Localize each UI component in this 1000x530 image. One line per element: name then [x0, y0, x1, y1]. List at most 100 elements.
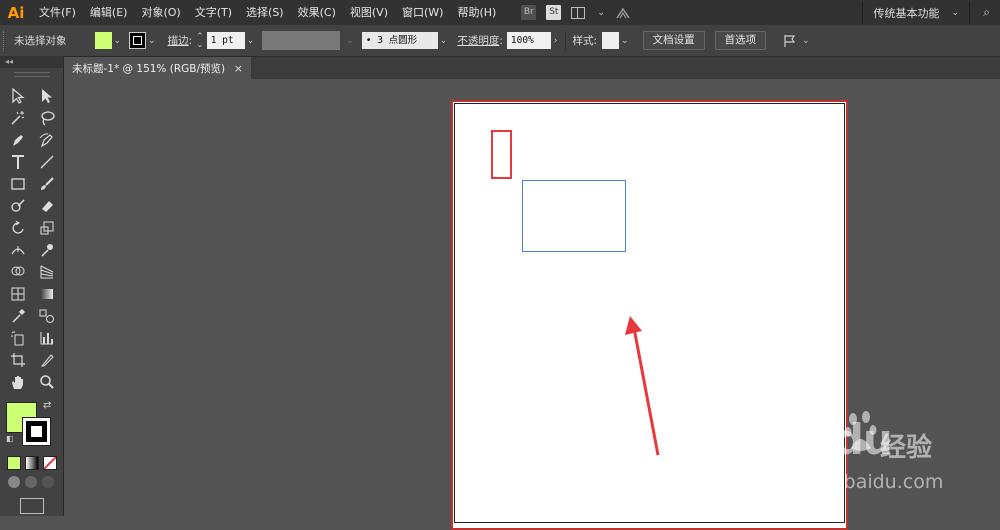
menu-edit[interactable]: 编辑(E)	[83, 0, 135, 25]
app-logo: Ai	[7, 3, 25, 22]
tools-panel: ◂◂ ⇄ ◧	[0, 56, 64, 516]
tools-collapse-icon[interactable]: ◂◂	[0, 56, 63, 68]
width-tool-icon[interactable]	[9, 242, 26, 259]
document-tab[interactable]: 未标题-1* @ 151% (RGB/预览) ×	[64, 57, 252, 79]
puppet-warp-icon[interactable]	[38, 242, 55, 259]
rotate-tool-icon[interactable]	[9, 220, 26, 237]
divider	[565, 30, 567, 51]
panel-grip[interactable]	[13, 72, 50, 77]
direct-selection-tool-icon[interactable]	[38, 88, 55, 105]
menu-bar: Ai 文件(F) 编辑(E) 对象(O) 文字(T) 选择(S) 效果(C) 视…	[0, 0, 1000, 25]
menu-help[interactable]: 帮助(H)	[450, 0, 503, 25]
chevron-right-icon[interactable]: ›	[554, 36, 558, 46]
perspective-grid-icon[interactable]	[38, 264, 55, 281]
graphic-style-swatch[interactable]	[602, 32, 620, 49]
document-tab-title: 未标题-1* @ 151% (RGB/预览)	[72, 62, 226, 75]
variable-width-profile[interactable]	[262, 31, 341, 50]
none-mode-button[interactable]	[43, 456, 57, 470]
stroke-swatch-inner	[133, 36, 143, 45]
mesh-tool-icon[interactable]	[9, 286, 26, 303]
annotation-highlight-box	[491, 130, 512, 179]
chevron-down-icon[interactable]: ⌄	[346, 36, 354, 46]
style-label: 样式	[572, 35, 594, 47]
pen-tool-icon[interactable]	[9, 132, 26, 149]
selection-tool-icon[interactable]	[9, 88, 26, 105]
stroke-weight-input[interactable]: 1 pt	[206, 32, 245, 49]
search-icon[interactable]: ⌕	[983, 5, 990, 20]
slice-tool-icon[interactable]	[38, 352, 55, 369]
gradient-tool-icon[interactable]	[38, 286, 55, 303]
menu-type[interactable]: 文字(T)	[188, 0, 239, 25]
shaper-tool-icon[interactable]	[9, 198, 26, 215]
eraser-tool-icon[interactable]	[38, 198, 55, 215]
draw-normal-icon[interactable]	[8, 476, 20, 488]
divider	[862, 1, 864, 24]
menu-object[interactable]: 对象(O)	[134, 0, 187, 25]
selection-status: 未选择对象	[14, 35, 67, 47]
opacity-input[interactable]: 100%	[506, 32, 551, 49]
menu-window[interactable]: 窗口(W)	[395, 0, 450, 25]
close-icon[interactable]: ×	[234, 62, 243, 75]
curvature-tool-icon[interactable]	[38, 132, 55, 149]
chevron-down-icon[interactable]: ⌄	[802, 36, 810, 46]
line-segment-tool-icon[interactable]	[38, 154, 55, 171]
control-bar: 未选择对象 ⌄ ⌄ 描边 : ⌃ ⌄ 1 pt ⌄ ⌄ • 3 点圆形 ⌄ 不透明…	[0, 25, 1000, 57]
watermark-cn: 经验	[880, 433, 933, 463]
style-colon: :	[593, 34, 598, 47]
panel-grip[interactable]	[3, 30, 8, 51]
draw-behind-icon[interactable]	[25, 476, 37, 488]
gpu-performance-icon[interactable]	[615, 6, 631, 20]
stock-button[interactable]: St	[546, 5, 562, 20]
bridge-button[interactable]: Br	[521, 5, 537, 20]
stroke-swatch[interactable]	[129, 32, 147, 49]
document-setup-button[interactable]: 文档设置	[642, 31, 705, 50]
preferences-button[interactable]: 首选项	[714, 31, 767, 50]
menu-view[interactable]: 视图(V)	[343, 0, 395, 25]
draw-inside-icon[interactable]	[42, 476, 54, 488]
flag-icon[interactable]	[782, 34, 800, 48]
annotation-arrow	[625, 316, 660, 456]
arrange-documents-icon[interactable]	[571, 6, 586, 19]
chevron-down-icon[interactable]: ⌄	[597, 8, 605, 18]
opacity-label[interactable]: 不透明度	[457, 33, 499, 48]
chevron-down-icon[interactable]: ⌄	[148, 36, 156, 46]
column-graph-icon[interactable]	[38, 330, 55, 347]
paintbrush-tool-icon[interactable]	[38, 176, 55, 193]
hand-tool-icon[interactable]	[9, 374, 26, 391]
baidu-watermark: Baidu 经验 jingyan.baidu.com	[762, 405, 992, 515]
scale-tool-icon[interactable]	[38, 220, 55, 237]
selected-rectangle[interactable]	[522, 180, 626, 252]
zoom-tool-icon[interactable]	[38, 374, 55, 391]
swap-colors-icon[interactable]: ⇄	[43, 400, 51, 411]
chevron-down-icon[interactable]: ⌄	[951, 8, 959, 18]
chevron-down-icon[interactable]: ⌄	[114, 36, 122, 46]
screen-mode-icon[interactable]	[20, 498, 44, 514]
symbol-sprayer-icon[interactable]	[9, 330, 26, 347]
menu-select[interactable]: 选择(S)	[239, 0, 291, 25]
blend-tool-icon[interactable]	[38, 308, 55, 325]
color-mode-button[interactable]	[7, 456, 21, 470]
stroke-color-swatch[interactable]	[22, 417, 51, 446]
shape-builder-icon[interactable]	[9, 264, 26, 281]
watermark-brand: Baidu	[762, 415, 893, 464]
brush-definition[interactable]: • 3 点圆形	[361, 32, 438, 49]
workspace-switcher[interactable]: 传统基本功能	[873, 5, 939, 21]
gradient-mode-button[interactable]	[25, 456, 39, 470]
watermark-url: jingyan.baidu.com	[768, 471, 944, 493]
rectangle-tool-icon[interactable]	[9, 176, 26, 193]
lasso-tool-icon[interactable]	[38, 110, 55, 127]
fill-swatch[interactable]	[94, 32, 112, 49]
default-colors-icon[interactable]: ◧	[6, 434, 14, 443]
chevron-down-icon[interactable]: ⌄	[440, 36, 448, 46]
chevron-down-icon[interactable]: ⌄	[247, 36, 255, 46]
type-tool-icon[interactable]	[9, 154, 26, 171]
eyedropper-tool-icon[interactable]	[9, 308, 26, 325]
stroke-stepper-icon[interactable]: ⌃ ⌄	[196, 32, 204, 49]
menu-file[interactable]: 文件(F)	[32, 0, 83, 25]
menu-effect[interactable]: 效果(C)	[291, 0, 343, 25]
chevron-down-icon[interactable]: ⌄	[621, 36, 629, 46]
stroke-label-colon: :	[188, 34, 193, 47]
magic-wand-icon[interactable]	[9, 110, 26, 127]
artboard-tool-icon[interactable]	[9, 352, 26, 369]
stroke-label[interactable]: 描边	[168, 33, 189, 48]
